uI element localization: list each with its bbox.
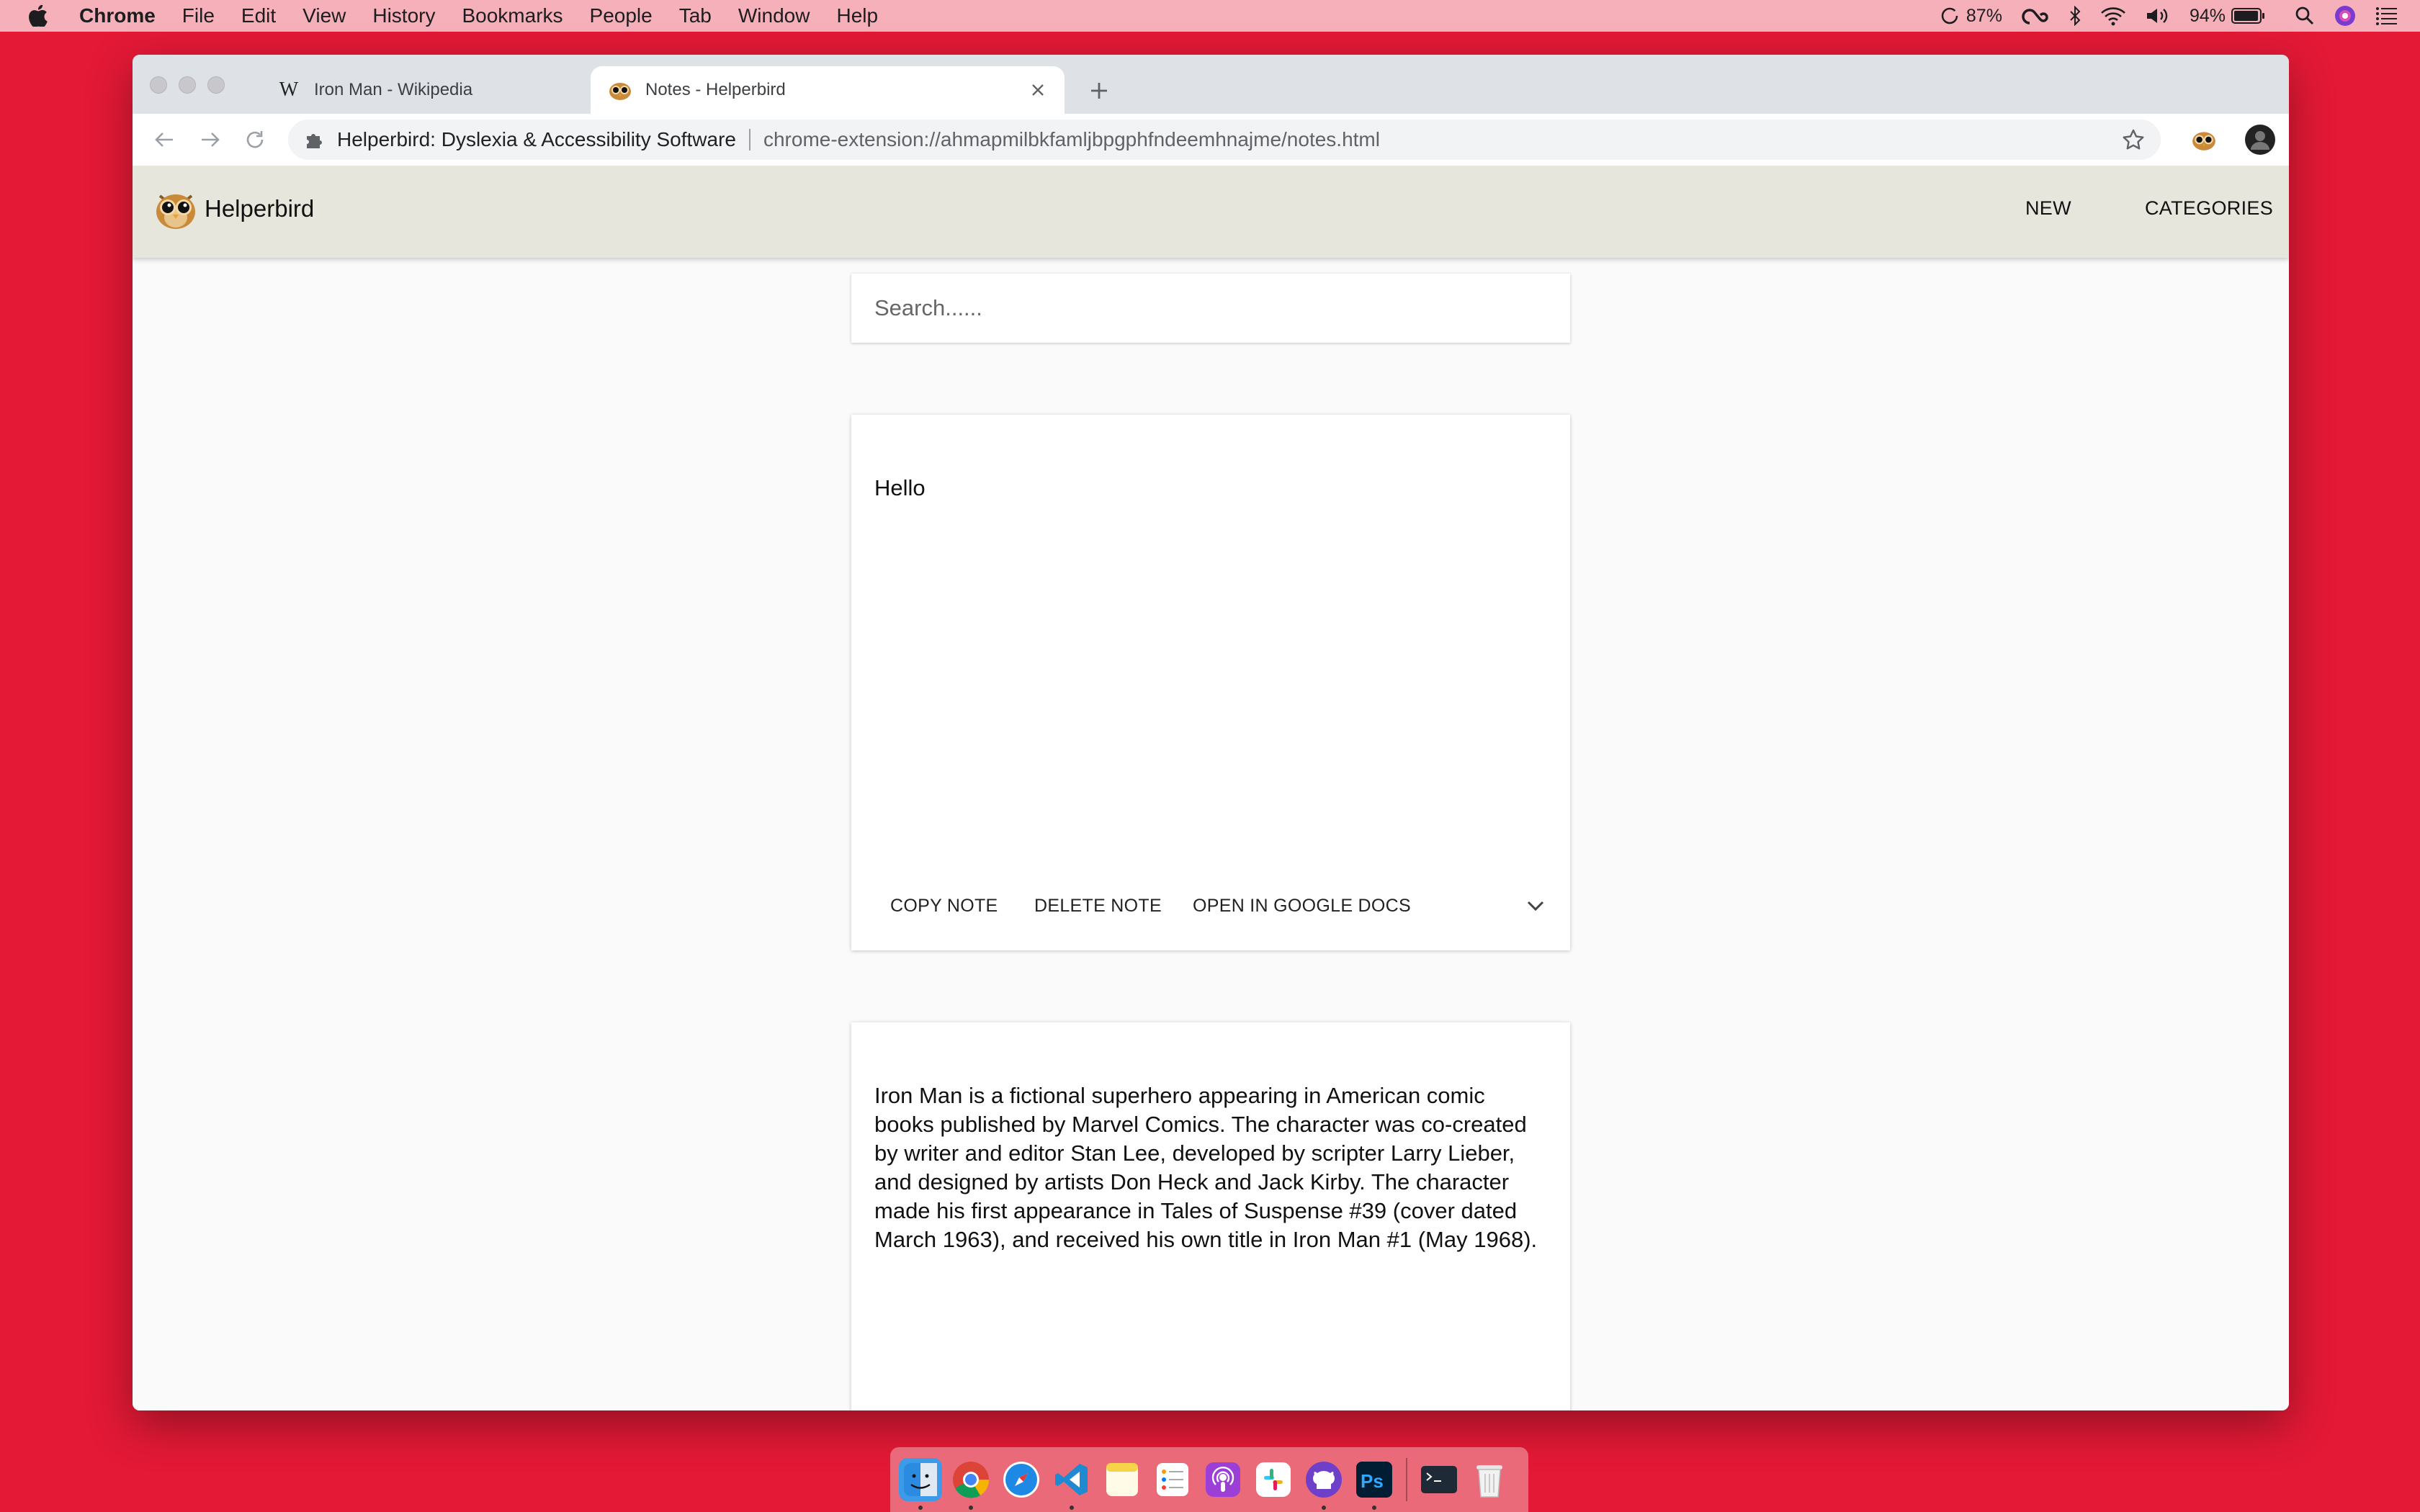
battery-status[interactable]: 94%	[2190, 6, 2266, 27]
podcasts-icon[interactable]	[1201, 1458, 1245, 1501]
wifi-icon[interactable]	[2100, 6, 2126, 26]
note-card: Hello COPY NOTE DELETE NOTE OPEN IN GOOG…	[851, 415, 1570, 950]
safari-icon[interactable]	[1000, 1458, 1043, 1501]
brand[interactable]: Helperbird	[154, 187, 314, 230]
app-bar: Helperbird NEW CATEGORIES	[133, 166, 2289, 258]
terminal-icon[interactable]	[1417, 1458, 1461, 1501]
apple-logo-icon[interactable]	[29, 4, 50, 28]
chrome-icon[interactable]	[949, 1458, 992, 1510]
svg-text:Ps: Ps	[1361, 1470, 1384, 1492]
site-name: Helperbird: Dyslexia & Accessibility Sof…	[337, 128, 736, 150]
finder-icon[interactable]	[899, 1458, 942, 1510]
forward-arrow-icon[interactable]	[196, 125, 225, 154]
menu-file[interactable]: File	[182, 4, 215, 27]
search-input[interactable]	[851, 274, 1570, 343]
siri-icon[interactable]	[2334, 4, 2357, 27]
puzzle-extension-icon	[304, 130, 324, 150]
tab-notes-helperbird[interactable]: Notes - Helperbird	[591, 66, 1065, 114]
reminders-icon[interactable]	[1151, 1458, 1194, 1501]
note-text[interactable]: Hello	[874, 474, 1547, 503]
running-indicator	[969, 1506, 973, 1510]
running-indicator	[1372, 1506, 1376, 1510]
menu-bookmarks[interactable]: Bookmarks	[462, 4, 563, 27]
cpu-monitor[interactable]: 87%	[1940, 6, 2002, 27]
search-card	[851, 274, 1570, 343]
menu-people[interactable]: People	[590, 4, 653, 27]
dock-separator	[1406, 1458, 1407, 1501]
window-controls	[150, 76, 225, 94]
categories-button[interactable]: CATEGORIES	[2145, 197, 2273, 220]
open-in-google-docs-button[interactable]: OPEN IN GOOGLE DOCS	[1193, 896, 1411, 917]
url-text[interactable]: chrome-extension://ahmapmilbkfamljbpgphf…	[763, 128, 1380, 151]
minimize-window-button[interactable]	[179, 76, 196, 94]
running-indicator	[1070, 1506, 1074, 1510]
notification-center-icon[interactable]	[2375, 6, 2398, 25]
menu-app-name[interactable]: Chrome	[79, 4, 156, 27]
address-bar[interactable]: Helperbird: Dyslexia & Accessibility Sof…	[288, 120, 2161, 160]
creative-cloud-icon[interactable]	[2021, 6, 2050, 26]
cpu-ring-icon	[1941, 7, 1958, 24]
note-text[interactable]: Iron Man is a fictional superhero appear…	[874, 1081, 1547, 1254]
tab-strip: W Iron Man - Wikipedia Notes - Helperbir…	[133, 55, 2289, 114]
helperbird-extension-icon[interactable]	[2187, 122, 2221, 157]
chrome-window: W Iron Man - Wikipedia Notes - Helperbir…	[133, 55, 2289, 1410]
running-indicator	[1322, 1506, 1326, 1510]
close-window-button[interactable]	[150, 76, 167, 94]
helperbird-logo-icon	[154, 187, 197, 230]
bluetooth-icon[interactable]	[2069, 6, 2081, 26]
spotlight-search-icon[interactable]	[2295, 6, 2315, 26]
notes-icon[interactable]	[1101, 1458, 1144, 1501]
brand-name: Helperbird	[205, 195, 315, 222]
battery-percent: 94%	[2189, 5, 2226, 26]
volume-icon[interactable]	[2145, 6, 2171, 26]
menu-tab[interactable]: Tab	[679, 4, 712, 27]
running-indicator	[918, 1506, 923, 1510]
vscode-icon[interactable]	[1050, 1458, 1093, 1510]
macos-menu-bar: Chrome File Edit View History Bookmarks …	[0, 0, 2420, 32]
menu-edit[interactable]: Edit	[241, 4, 276, 27]
helperbird-owl-icon	[608, 78, 632, 102]
menu-view[interactable]: View	[302, 4, 346, 27]
omnibox-separator	[748, 129, 750, 150]
copy-note-button[interactable]: COPY NOTE	[890, 896, 998, 917]
chevron-down-icon[interactable]	[1525, 899, 1546, 917]
back-arrow-icon[interactable]	[150, 125, 179, 154]
new-tab-plus-icon[interactable]	[1083, 75, 1115, 107]
battery-icon	[2231, 8, 2264, 24]
menu-window[interactable]: Window	[738, 4, 810, 27]
close-tab-icon[interactable]	[1028, 81, 1047, 99]
wikipedia-icon: W	[279, 78, 299, 101]
menu-bar-status-area: 87% 94%	[1922, 0, 2398, 32]
macos-dock: Ps	[890, 1447, 1528, 1512]
browser-toolbar: Helperbird: Dyslexia & Accessibility Sof…	[133, 114, 2289, 166]
notes-page: Helperbird NEW CATEGORIES Hello COPY NOT…	[133, 166, 2289, 1410]
tab-title: Iron Man - Wikipedia	[314, 80, 473, 99]
bookmark-star-icon[interactable]	[2122, 128, 2145, 156]
menu-history[interactable]: History	[372, 4, 435, 27]
github-icon[interactable]	[1302, 1458, 1345, 1510]
note-actions: COPY NOTE DELETE NOTE OPEN IN GOOGLE DOC…	[851, 896, 1570, 924]
delete-note-button[interactable]: DELETE NOTE	[1034, 896, 1162, 917]
reload-icon[interactable]	[241, 125, 269, 154]
note-card: Iron Man is a fictional superhero appear…	[851, 1022, 1570, 1410]
profile-avatar[interactable]	[2243, 122, 2277, 157]
menu-help[interactable]: Help	[836, 4, 878, 27]
photoshop-icon[interactable]: Ps	[1353, 1458, 1396, 1510]
zoom-window-button[interactable]	[207, 76, 225, 94]
slack-icon[interactable]	[1252, 1458, 1295, 1501]
cpu-percent: 87%	[1966, 5, 2002, 26]
new-note-button[interactable]: NEW	[2025, 197, 2071, 220]
tab-title: Notes - Helperbird	[645, 80, 786, 99]
trash-icon[interactable]	[1468, 1458, 1511, 1501]
